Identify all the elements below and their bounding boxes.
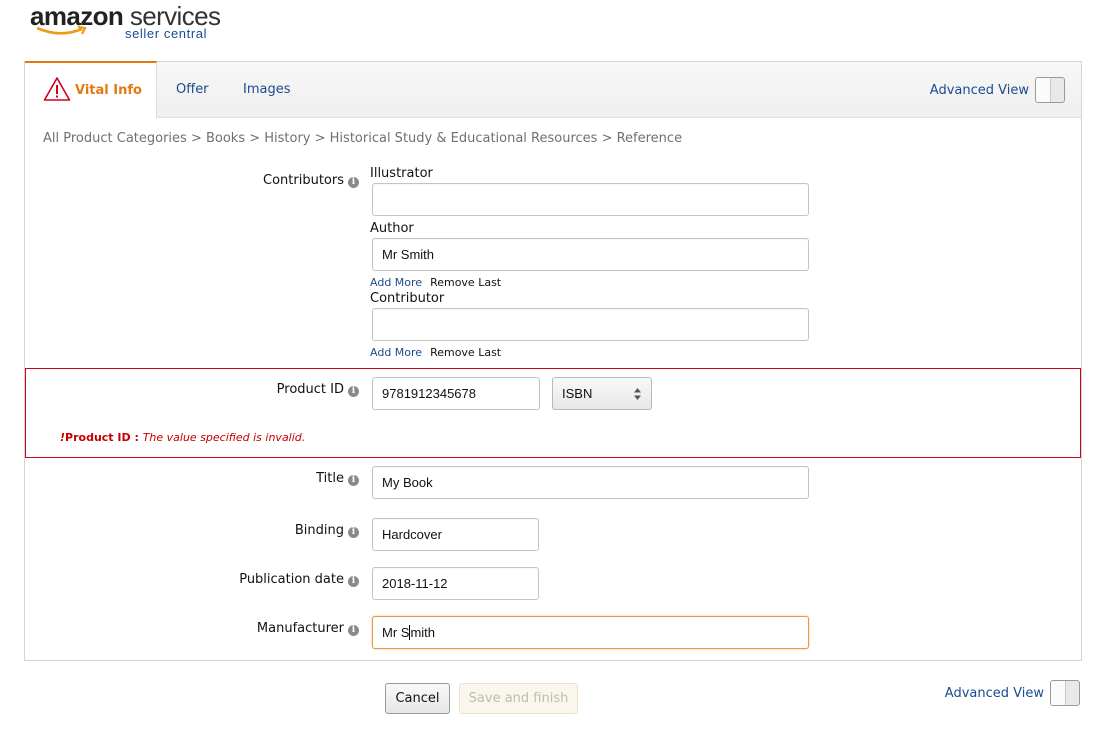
add-more-link[interactable]: Add More	[370, 346, 422, 359]
manufacturer-label-text: Manufacturer	[256, 621, 344, 636]
advanced-view-bottom: Advanced View	[945, 680, 1080, 706]
binding-input[interactable]: Hardcover	[372, 518, 539, 551]
advanced-view-label[interactable]: Advanced View	[945, 686, 1044, 701]
remove-last-link[interactable]: Remove Last	[430, 276, 501, 289]
info-icon[interactable]: i	[348, 475, 359, 486]
contributors-label: Contributors i	[263, 173, 359, 188]
tab-offer[interactable]: Offer	[176, 62, 209, 117]
toggle-knob	[1036, 78, 1051, 102]
contributor-actions: Add More Remove Last	[370, 346, 501, 359]
error-text: The value specified is invalid.	[142, 431, 306, 444]
amazon-services-logo: amazon services seller central	[30, 2, 230, 42]
manufacturer-value-end: mith	[410, 625, 436, 640]
title-label: Title i	[316, 471, 359, 486]
info-icon[interactable]: i	[348, 625, 359, 636]
manufacturer-label: Manufacturer i	[257, 621, 359, 636]
advanced-view-toggle[interactable]	[1035, 77, 1065, 103]
binding-label: Binding i	[295, 523, 359, 538]
product-id-error-section: Product ID i 9781912345678 ISBN !Product …	[25, 368, 1081, 458]
add-more-link[interactable]: Add More	[370, 276, 422, 289]
error-field: Product ID	[65, 431, 131, 444]
info-icon[interactable]: i	[348, 527, 359, 538]
binding-label-text: Binding	[294, 523, 344, 538]
tab-bar: Vital Info Offer Images Advanced View	[25, 61, 1081, 118]
product-id-type-value: ISBN	[562, 386, 593, 401]
save-and-finish-button[interactable]: Save and finish	[459, 683, 578, 714]
advanced-view-label[interactable]: Advanced View	[930, 83, 1029, 98]
author-input[interactable]: Mr Smith	[372, 238, 809, 271]
info-icon[interactable]: i	[348, 386, 359, 397]
manufacturer-value-start: Mr S	[382, 625, 410, 640]
publication-date-input[interactable]: 2018-11-12	[372, 567, 539, 600]
product-id-error-message: !Product ID : The value specified is inv…	[60, 431, 305, 444]
contributors-label-text: Contributors	[263, 173, 344, 188]
tab-vital-info-label: Vital Info	[75, 83, 142, 98]
warning-icon	[43, 77, 71, 101]
info-icon[interactable]: i	[348, 177, 359, 188]
product-id-label-text: Product ID	[276, 382, 344, 397]
publication-date-label-text: Publication date	[239, 572, 344, 587]
author-label: Author	[370, 221, 414, 236]
toggle-knob	[1051, 681, 1066, 705]
error-separator: :	[130, 431, 143, 444]
amazon-smile-icon	[36, 26, 87, 35]
advanced-view-toggle[interactable]	[1050, 680, 1080, 706]
tab-images[interactable]: Images	[243, 62, 291, 117]
product-id-input[interactable]: 9781912345678	[372, 377, 540, 410]
tab-vital-info[interactable]: Vital Info	[25, 61, 157, 118]
illustrator-label: Illustrator	[370, 166, 433, 181]
contributor-label: Contributor	[370, 291, 445, 306]
info-icon[interactable]: i	[348, 576, 359, 587]
remove-last-link[interactable]: Remove Last	[430, 346, 501, 359]
product-id-type-select[interactable]: ISBN	[552, 377, 652, 410]
author-actions: Add More Remove Last	[370, 276, 501, 289]
publication-date-label: Publication date i	[239, 572, 359, 587]
select-arrows-icon	[634, 388, 641, 400]
title-input[interactable]: My Book	[372, 466, 809, 499]
breadcrumb: All Product Categories > Books > History…	[43, 131, 683, 146]
product-id-label: Product ID i	[277, 382, 359, 397]
illustrator-input[interactable]	[372, 183, 809, 216]
cancel-button[interactable]: Cancel	[385, 683, 450, 714]
product-form-panel: Vital Info Offer Images Advanced View Al…	[24, 61, 1082, 661]
title-label-text: Title	[316, 471, 344, 486]
contributor-input[interactable]	[372, 308, 809, 341]
manufacturer-input[interactable]: Mr Smith	[372, 616, 809, 649]
advanced-view-top: Advanced View	[930, 77, 1065, 103]
logo-subtitle: seller central	[125, 26, 208, 41]
